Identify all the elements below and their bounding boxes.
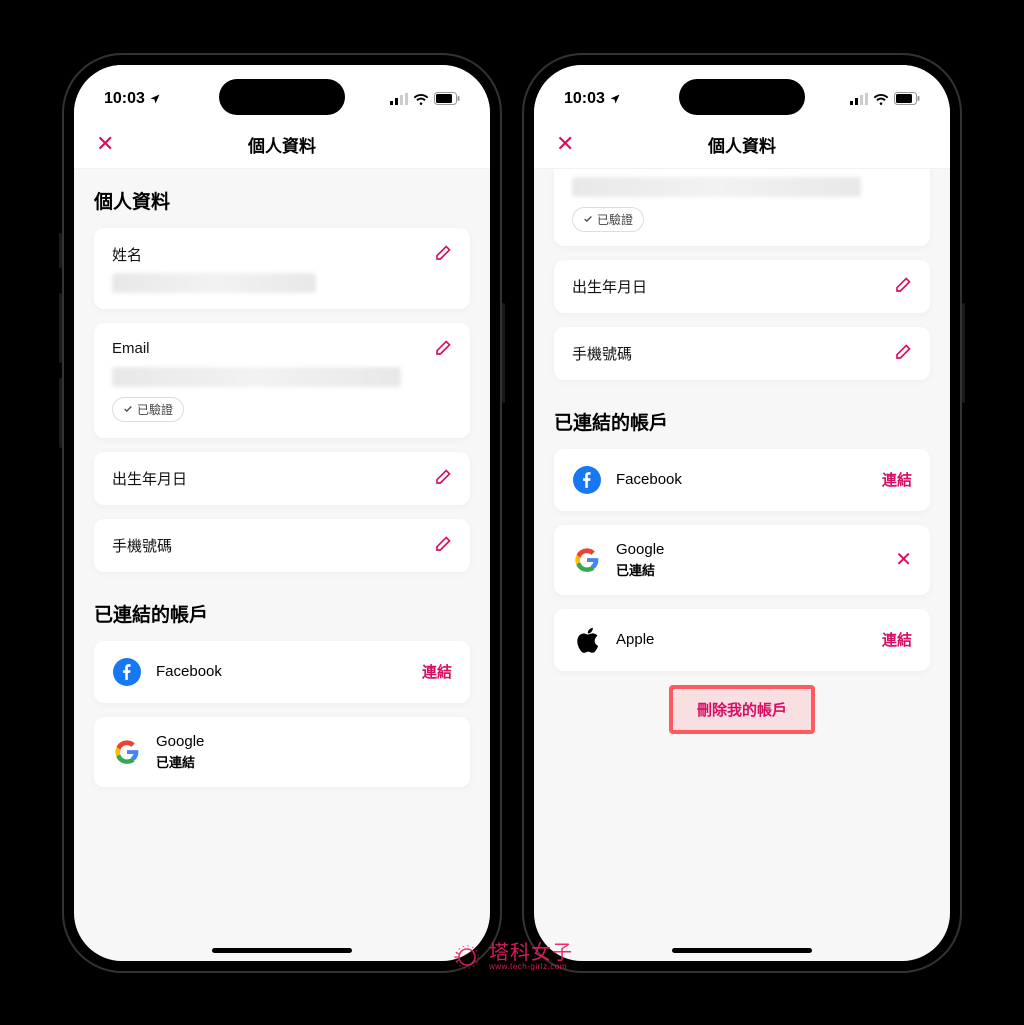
phone-label: 手機號碼 (572, 343, 632, 364)
signal-icon (850, 93, 868, 105)
location-icon (609, 93, 621, 105)
section-personal-title: 個人資料 (94, 187, 470, 214)
apple-icon (572, 625, 602, 655)
screen-left: 10:03 ✕ 個人資料 個人資料 姓名 (74, 65, 490, 961)
verified-badge: 已驗證 (572, 207, 644, 232)
status-time: 10:03 (104, 90, 145, 108)
field-card-name[interactable]: 姓名 (94, 228, 470, 309)
linked-apple[interactable]: Apple 連結 (554, 609, 930, 671)
field-card-email-partial[interactable]: 已驗證 (554, 169, 930, 246)
close-icon[interactable]: ✕ (556, 131, 574, 157)
delete-account-button[interactable]: 刪除我的帳戶 (697, 702, 787, 719)
home-indicator[interactable] (212, 948, 352, 953)
linked-facebook[interactable]: Facebook 連結 (554, 449, 930, 511)
linked-google[interactable]: Google 已連結 (94, 717, 470, 787)
battery-icon (894, 92, 920, 105)
watermark-icon (451, 941, 483, 973)
section-linked-title: 已連結的帳戶 (554, 408, 930, 435)
unlink-icon[interactable]: ✕ (895, 547, 912, 572)
facebook-icon (572, 465, 602, 495)
field-card-dob[interactable]: 出生年月日 (94, 452, 470, 505)
content-area: 個人資料 姓名 Email (74, 169, 490, 961)
home-indicator[interactable] (672, 948, 812, 953)
signal-icon (390, 93, 408, 105)
facebook-link-button[interactable]: 連結 (882, 469, 912, 490)
google-label: Google (616, 541, 881, 558)
delete-highlight-box: 刪除我的帳戶 (669, 685, 815, 734)
google-status: 已連結 (156, 752, 452, 771)
facebook-icon (112, 657, 142, 687)
field-card-phone[interactable]: 手機號碼 (94, 519, 470, 572)
apple-label: Apple (616, 631, 868, 648)
edit-icon[interactable] (892, 343, 912, 363)
dob-label: 出生年月日 (572, 276, 647, 297)
edit-icon[interactable] (432, 535, 452, 555)
edit-icon[interactable] (432, 244, 452, 264)
phone-frame-right: 10:03 ✕ 個人資料 已驗證 出生 (522, 53, 962, 973)
screen-right: 10:03 ✕ 個人資料 已驗證 出生 (534, 65, 950, 961)
watermark-title: 塔科女子 (489, 943, 573, 963)
watermark: 塔科女子 www.tech-girlz.com (451, 941, 573, 973)
verified-badge: 已驗證 (112, 397, 184, 422)
google-label: Google (156, 733, 452, 750)
section-linked-title: 已連結的帳戶 (94, 600, 470, 627)
dynamic-island (679, 79, 805, 115)
email-value-redacted (572, 177, 861, 197)
google-icon (112, 737, 142, 767)
status-time: 10:03 (564, 90, 605, 108)
field-card-email[interactable]: Email 已驗證 (94, 323, 470, 438)
content-area: 已驗證 出生年月日 手機號碼 已連結的帳戶 (534, 169, 950, 961)
phone-label: 手機號碼 (112, 535, 172, 556)
dob-label: 出生年月日 (112, 468, 187, 489)
apple-link-button[interactable]: 連結 (882, 629, 912, 650)
dynamic-island (219, 79, 345, 115)
field-card-phone[interactable]: 手機號碼 (554, 327, 930, 380)
field-card-dob[interactable]: 出生年月日 (554, 260, 930, 313)
edit-icon[interactable] (432, 468, 452, 488)
name-value-redacted (112, 273, 316, 293)
check-icon (583, 214, 593, 224)
nav-bar: ✕ 個人資料 (74, 121, 490, 169)
email-label: Email (112, 340, 150, 357)
edit-icon[interactable] (432, 339, 452, 359)
wifi-icon (413, 93, 429, 105)
edit-icon[interactable] (892, 276, 912, 296)
linked-google[interactable]: Google 已連結 ✕ (554, 525, 930, 595)
phone-frame-left: 10:03 ✕ 個人資料 個人資料 姓名 (62, 53, 502, 973)
wifi-icon (873, 93, 889, 105)
name-label: 姓名 (112, 244, 142, 265)
page-title: 個人資料 (708, 132, 776, 157)
page-title: 個人資料 (248, 132, 316, 157)
linked-facebook[interactable]: Facebook 連結 (94, 641, 470, 703)
check-icon (123, 404, 133, 414)
facebook-label: Facebook (156, 663, 408, 680)
google-icon (572, 545, 602, 575)
battery-icon (434, 92, 460, 105)
location-icon (149, 93, 161, 105)
facebook-label: Facebook (616, 471, 868, 488)
facebook-link-button[interactable]: 連結 (422, 661, 452, 682)
email-value-redacted (112, 367, 401, 387)
google-status: 已連結 (616, 560, 881, 579)
close-icon[interactable]: ✕ (96, 131, 114, 157)
watermark-url: www.tech-girlz.com (489, 963, 573, 971)
delete-account-wrap: 刪除我的帳戶 (554, 685, 930, 734)
nav-bar: ✕ 個人資料 (534, 121, 950, 169)
